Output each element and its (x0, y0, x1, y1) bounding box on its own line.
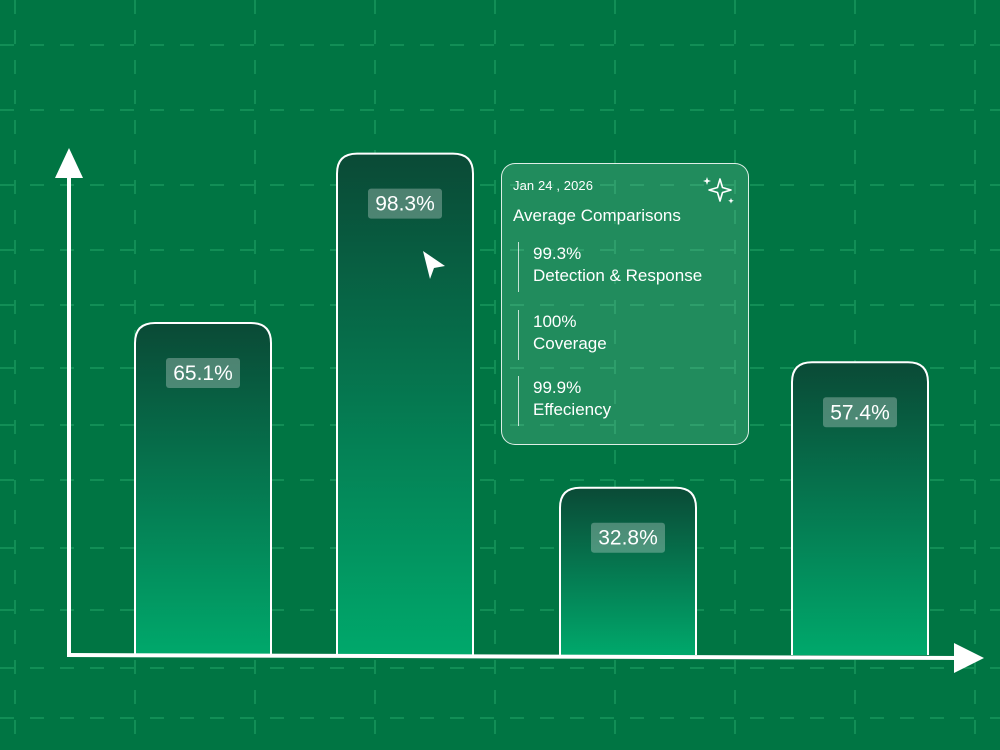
metric-value: 100% (533, 312, 577, 331)
sparkle-icon (703, 177, 734, 204)
bar-chart: 65.1% 98.3% 32.8% 57.4% (55, 148, 984, 673)
tooltip-date: Jan 24 , 2026 (513, 178, 594, 193)
bar-value-label: 57.4% (830, 401, 890, 424)
metric-label: Effeciency (533, 400, 612, 419)
chart-bar[interactable] (336, 152, 474, 655)
metric-label: Coverage (533, 334, 607, 353)
metric-value: 99.3% (533, 244, 582, 263)
metric-value: 99.9% (533, 378, 582, 397)
x-axis (66, 653, 961, 660)
x-axis-arrowhead (954, 643, 984, 673)
comparison-tooltip: Jan 24 , 2026 Average Comparisons 99.3% … (501, 163, 749, 445)
tooltip-metric: 99.9% Effeciency (518, 376, 738, 426)
tooltip-title: Average Comparisons (513, 206, 681, 225)
bar-value-label: 32.8% (598, 527, 658, 550)
tooltip-metric: 100% Coverage (518, 310, 738, 360)
metric-label: Detection & Response (533, 266, 703, 285)
tooltip-metric: 99.3% Detection & Response (518, 242, 738, 292)
chart-bar[interactable] (559, 486, 697, 655)
y-axis-arrowhead (55, 148, 83, 178)
bar-value-label: 65.1% (173, 362, 233, 385)
bar-value-label: 98.3% (375, 193, 435, 216)
